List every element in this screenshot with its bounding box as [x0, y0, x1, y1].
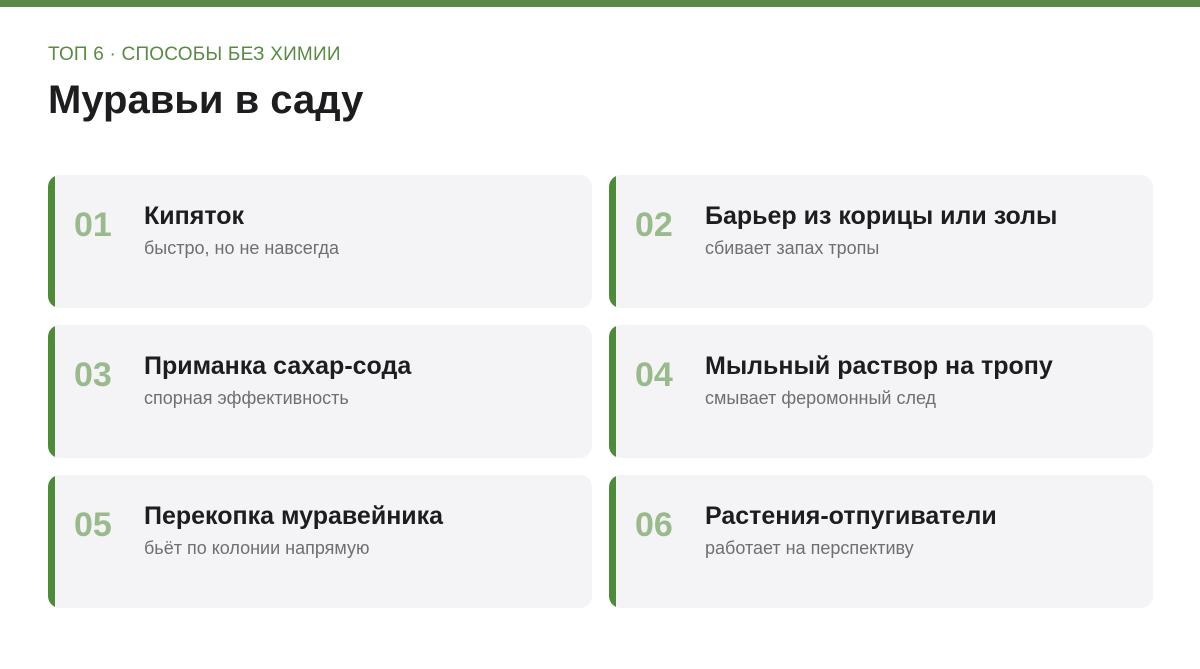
method-card: 02 Барьер из корицы или золы сбивает зап…	[609, 175, 1153, 308]
method-title: Приманка сахар-сода	[144, 352, 412, 380]
method-number: 05	[74, 506, 112, 544]
method-description: бьёт по колонии напрямую	[144, 538, 370, 558]
method-number: 03	[74, 356, 112, 394]
method-card: 01 Кипяток быстро, но не навсегда	[48, 175, 592, 308]
method-description: сбивает запах тропы	[705, 238, 880, 258]
method-number: 04	[635, 356, 673, 394]
method-card: 04 Мыльный раствор на тропу смывает феро…	[609, 325, 1153, 458]
method-title: Кипяток	[144, 202, 245, 230]
page-kicker: ТОП 6 · СПОСОБЫ БЕЗ ХИМИИ	[48, 44, 341, 65]
method-card: 06 Растения-отпугиватели работает на пер…	[609, 475, 1153, 608]
method-description: спорная эффективность	[144, 388, 349, 408]
card-accent-bar	[48, 325, 55, 458]
card-accent-bar	[48, 475, 55, 608]
method-number: 01	[74, 206, 112, 244]
page-title: Муравьи в саду	[48, 78, 364, 122]
method-number: 06	[635, 506, 673, 544]
method-description: смывает феромонный след	[705, 388, 937, 408]
card-accent-bar	[609, 325, 616, 458]
method-title: Перекопка муравейника	[144, 502, 444, 530]
method-card: 05 Перекопка муравейника бьёт по колонии…	[48, 475, 592, 608]
method-description: быстро, но не навсегда	[144, 238, 340, 258]
card-accent-bar	[609, 475, 616, 608]
method-title: Мыльный раствор на тропу	[705, 352, 1053, 380]
top-accent-bar	[0, 0, 1200, 7]
method-card: 03 Приманка сахар-сода спорная эффективн…	[48, 325, 592, 458]
methods-grid: 01 Кипяток быстро, но не навсегда 02 Бар…	[48, 175, 1153, 608]
card-accent-bar	[48, 175, 55, 308]
method-title: Растения-отпугиватели	[705, 502, 997, 530]
method-number: 02	[635, 206, 673, 244]
method-title: Барьер из корицы или золы	[705, 202, 1058, 230]
method-description: работает на перспективу	[705, 538, 914, 558]
card-accent-bar	[609, 175, 616, 308]
